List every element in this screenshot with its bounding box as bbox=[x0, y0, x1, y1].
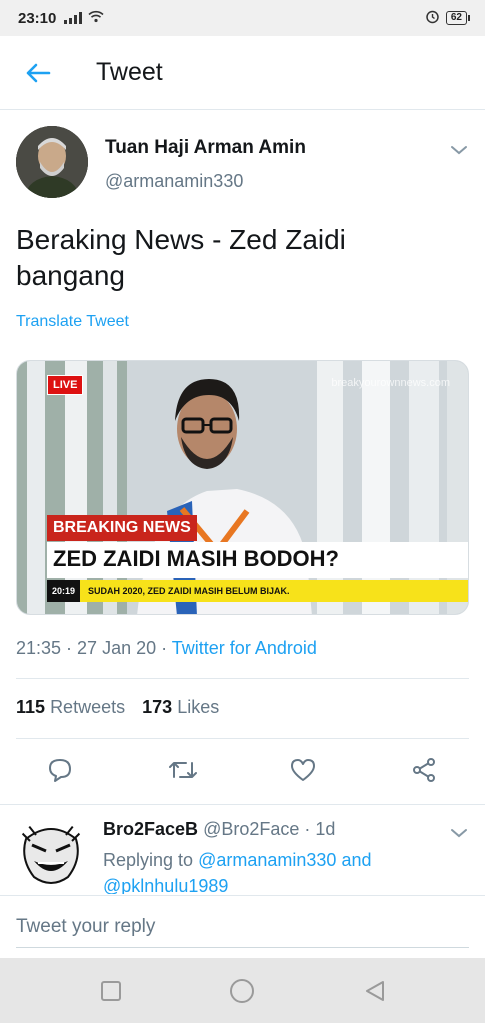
image-watermark: breakyourownnews.com bbox=[331, 377, 450, 389]
reply-header: Bro2FaceB @Bro2Face · 1d bbox=[103, 819, 336, 839]
likes-label: Likes bbox=[177, 697, 220, 717]
triangle-back-icon bbox=[366, 981, 384, 1001]
replying-to: Replying to @armanamin330 and @pklnhulu1… bbox=[103, 847, 443, 894]
back-button[interactable] bbox=[18, 53, 58, 93]
reply-composer bbox=[0, 895, 485, 955]
mention-link[interactable]: @pklnhulu1989 bbox=[103, 876, 228, 894]
tweet-date: 27 Jan 20 bbox=[77, 638, 157, 658]
tweet-image[interactable]: LIVE breakyourownnews.com BREAKING NEWS … bbox=[16, 360, 469, 615]
arrow-left-icon bbox=[26, 63, 51, 82]
retweets-count: 115 bbox=[16, 697, 46, 717]
ticker-text: SUDAH 2020, ZED ZAIDI MASIH BELUM BIJAK. bbox=[88, 586, 290, 596]
author-name[interactable]: Tuan Haji Arman Amin bbox=[105, 137, 306, 159]
square-icon bbox=[101, 981, 121, 1001]
tweet-options-button[interactable] bbox=[447, 138, 471, 162]
wifi-icon bbox=[88, 10, 104, 27]
like-button[interactable] bbox=[283, 750, 323, 790]
signal-icon bbox=[64, 12, 83, 24]
heart-icon bbox=[291, 759, 315, 781]
chevron-down-icon bbox=[451, 146, 467, 155]
retweet-button[interactable] bbox=[163, 750, 203, 790]
battery-icon: 62 bbox=[445, 11, 471, 25]
and-label: and bbox=[341, 850, 372, 870]
translate-tweet-link[interactable]: Translate Tweet bbox=[16, 313, 129, 331]
recent-apps-button[interactable] bbox=[96, 976, 126, 1006]
likes-stat[interactable]: 173 Likes bbox=[142, 697, 219, 717]
reply-input[interactable] bbox=[16, 906, 469, 948]
news-ticker: 20:19 SUDAH 2020, ZED ZAIDI MASIH BELUM … bbox=[47, 580, 468, 602]
author-handle[interactable]: @armanamin330 bbox=[105, 171, 243, 192]
share-icon bbox=[413, 758, 435, 782]
divider bbox=[16, 678, 469, 679]
retweet-icon bbox=[169, 762, 197, 778]
retweets-label: Retweets bbox=[50, 697, 126, 717]
tweet-stats: 115 Retweets 173 Likes bbox=[16, 697, 219, 718]
tweet-source-link[interactable]: Twitter for Android bbox=[172, 638, 317, 658]
breaking-news-label: BREAKING NEWS bbox=[47, 515, 197, 541]
ticker-time: 20:19 bbox=[47, 580, 81, 602]
reply-item[interactable]: Bro2FaceB @Bro2Face · 1d Replying to @ar… bbox=[0, 804, 485, 894]
circle-icon bbox=[230, 979, 254, 1003]
status-time: 23:10 bbox=[18, 9, 57, 27]
mention-link[interactable]: @armanamin330 bbox=[198, 850, 336, 870]
tweet-text: Beraking News - Zed Zaidi bangang bbox=[16, 224, 346, 291]
live-badge: LIVE bbox=[47, 375, 84, 395]
home-button[interactable] bbox=[227, 976, 257, 1006]
reply-author-name[interactable]: Bro2FaceB bbox=[103, 819, 198, 839]
reply-options-button[interactable] bbox=[447, 821, 471, 845]
page-title: Tweet bbox=[96, 58, 163, 86]
reply-author-handle[interactable]: @Bro2Face bbox=[203, 819, 299, 839]
back-nav-button[interactable] bbox=[360, 976, 390, 1006]
status-bar: 23:10 62 bbox=[0, 0, 485, 36]
chevron-down-icon bbox=[451, 829, 467, 838]
alarm-icon bbox=[425, 9, 440, 28]
retweets-stat[interactable]: 115 Retweets bbox=[16, 697, 125, 717]
reply-icon bbox=[49, 759, 71, 782]
tweet-actions bbox=[0, 750, 485, 790]
reply-age: 1d bbox=[315, 819, 336, 839]
system-nav-bar bbox=[0, 958, 485, 1023]
likes-count: 173 bbox=[142, 697, 173, 717]
app-bar: Tweet bbox=[0, 36, 485, 110]
tweet-time: 21:35 bbox=[16, 638, 62, 658]
news-headline: ZED ZAIDI MASIH BODOH? bbox=[47, 542, 468, 578]
divider bbox=[16, 738, 469, 739]
replying-to-label: Replying to bbox=[103, 850, 194, 870]
share-button[interactable] bbox=[404, 750, 444, 790]
tweet-meta: 21:35 · 27 Jan 20 · Twitter for Android bbox=[16, 638, 317, 658]
reply-button[interactable] bbox=[40, 750, 80, 790]
reply-avatar[interactable] bbox=[16, 819, 86, 889]
author-avatar[interactable] bbox=[16, 126, 88, 198]
